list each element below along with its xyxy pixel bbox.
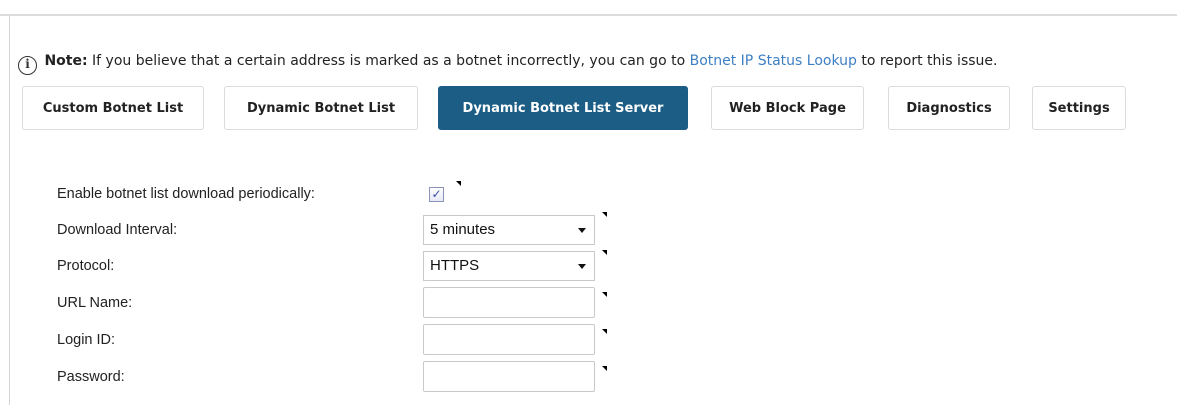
download-interval-value: 5 minutes — [430, 221, 496, 238]
botnet-ip-status-lookup-link[interactable]: Botnet IP Status Lookup — [690, 53, 857, 69]
password-label: Password: — [57, 369, 125, 385]
login-id-label: Login ID: — [57, 332, 116, 348]
password-input[interactable] — [423, 361, 595, 392]
url-name-label: URL Name: — [57, 295, 133, 311]
chevron-down-icon — [578, 228, 586, 233]
field-marker-icon — [602, 292, 607, 297]
field-marker-icon — [602, 212, 607, 217]
download-interval-label: Download Interval: — [57, 222, 178, 238]
url-name-input[interactable] — [423, 287, 595, 318]
tab-custom-botnet-list[interactable]: Custom Botnet List — [22, 86, 204, 130]
tab-dynamic-botnet-list[interactable]: Dynamic Botnet List — [224, 86, 418, 130]
field-marker-icon — [456, 181, 461, 186]
left-divider — [9, 15, 10, 405]
info-icon: i — [18, 56, 37, 75]
enable-periodic-checkbox[interactable]: ✓ — [429, 187, 444, 202]
enable-periodic-label: Enable botnet list download periodically… — [57, 186, 315, 202]
chevron-down-icon — [578, 264, 586, 269]
download-interval-select[interactable]: 5 minutes — [423, 215, 595, 245]
field-marker-icon — [602, 329, 607, 334]
login-id-input[interactable] — [423, 324, 595, 355]
field-marker-icon — [602, 366, 607, 371]
tab-diagnostics[interactable]: Diagnostics — [888, 86, 1010, 130]
protocol-label: Protocol: — [57, 258, 115, 274]
note-text-before: If you believe that a certain address is… — [92, 53, 686, 69]
field-marker-icon — [602, 250, 607, 255]
note-banner: i Note: If you believe that a certain ad… — [18, 51, 997, 75]
top-divider — [0, 14, 1177, 16]
tab-web-block-page[interactable]: Web Block Page — [711, 86, 864, 130]
note-text-after: to report this issue. — [861, 53, 998, 69]
tab-dynamic-botnet-list-server[interactable]: Dynamic Botnet List Server — [438, 86, 688, 130]
note-label: Note: — [44, 53, 88, 69]
protocol-value: HTTPS — [430, 257, 480, 274]
tab-settings[interactable]: Settings — [1032, 86, 1126, 130]
protocol-select[interactable]: HTTPS — [423, 251, 595, 281]
